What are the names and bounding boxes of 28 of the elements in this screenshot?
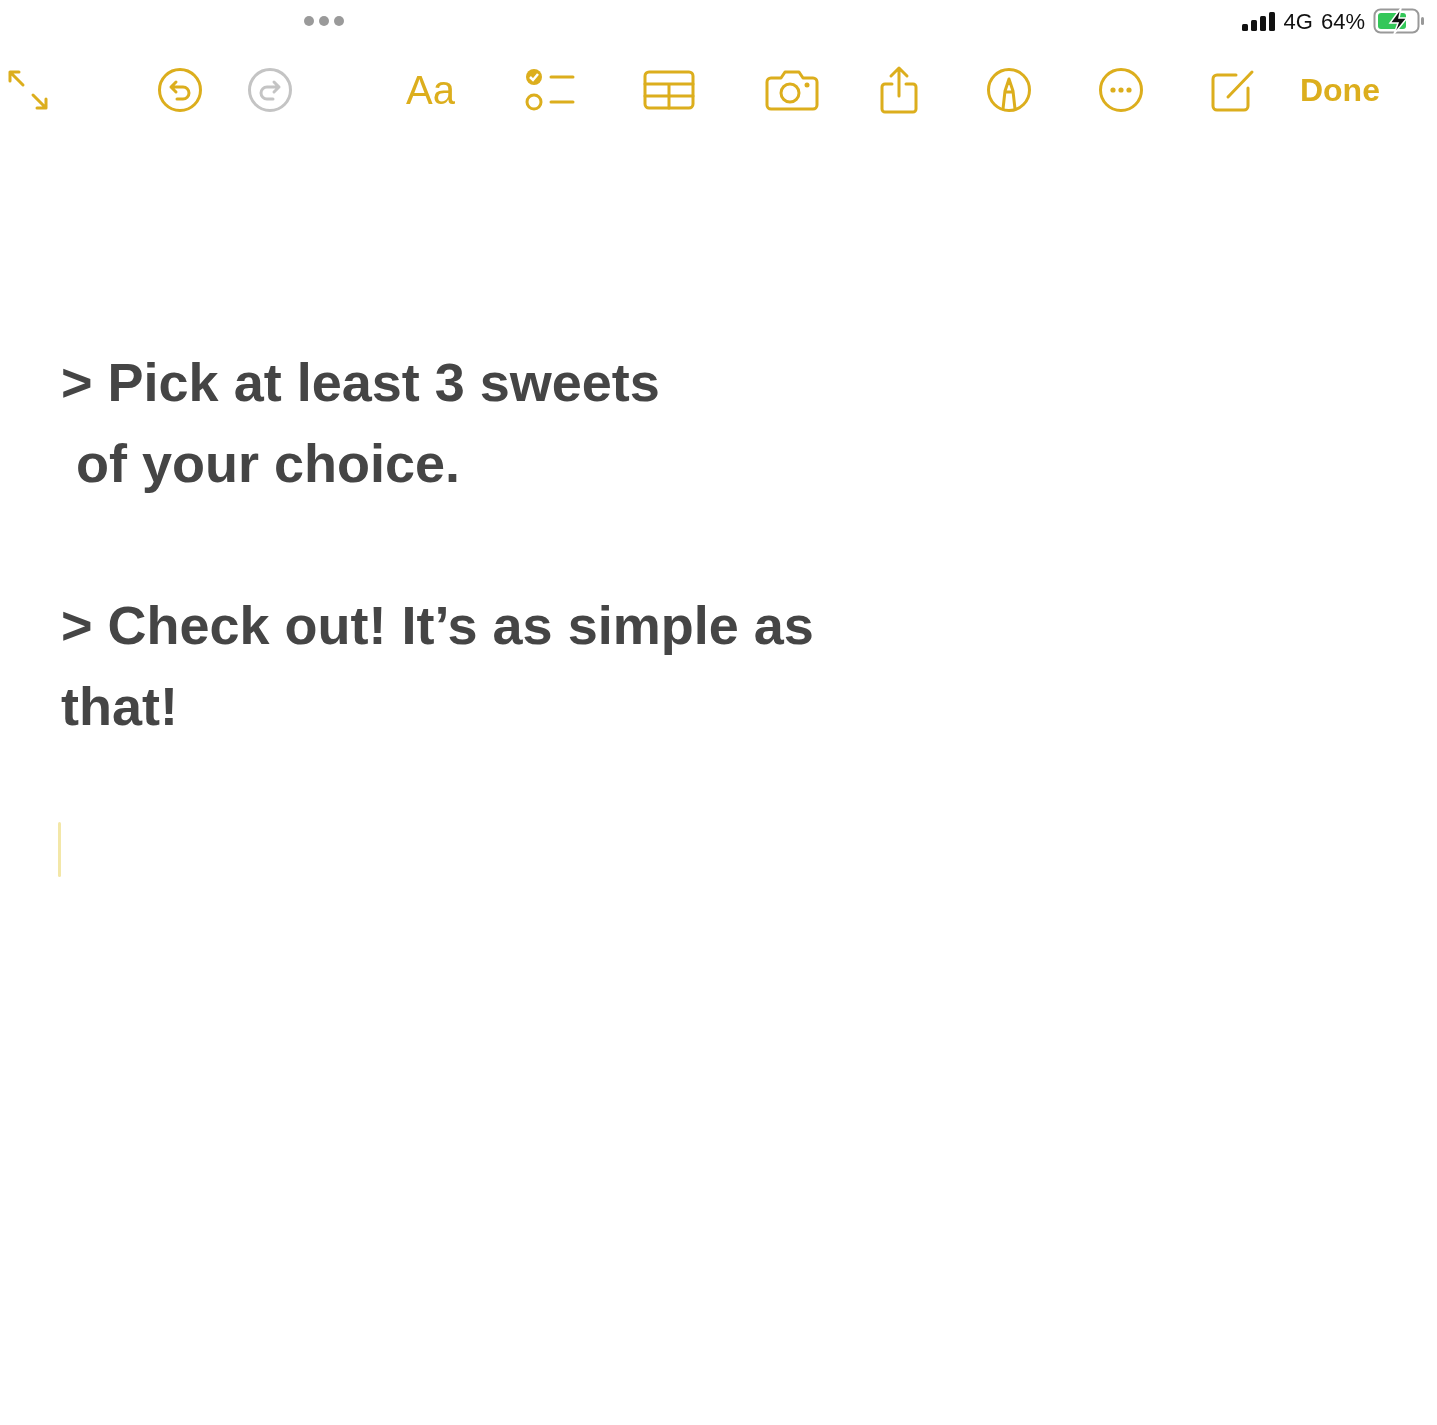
signal-bars-icon — [1241, 11, 1276, 31]
table-button[interactable] — [642, 70, 695, 110]
network-label: 4G — [1283, 7, 1313, 36]
undo-icon — [157, 67, 203, 113]
note-line: > Check out! It’s as simple as — [61, 594, 815, 657]
resize-button[interactable] — [6, 68, 50, 112]
undo-button[interactable] — [157, 67, 203, 113]
multitasking-dots-icon[interactable] — [304, 16, 344, 26]
note-line: of your choice. — [75, 432, 462, 495]
camera-button[interactable] — [764, 69, 819, 111]
table-icon — [642, 70, 695, 110]
done-button[interactable]: Done — [1299, 74, 1380, 106]
note-line: > Pick at least 3 sweets — [61, 351, 661, 414]
checklist-icon — [524, 68, 575, 112]
checklist-button[interactable] — [524, 68, 575, 112]
camera-icon — [764, 69, 819, 111]
share-button[interactable] — [878, 65, 919, 115]
redo-icon — [247, 67, 293, 113]
pen-tip-icon — [985, 67, 1032, 113]
battery-percent: 64% — [1320, 7, 1365, 36]
format-button[interactable]: Aa — [406, 70, 455, 110]
text-cursor — [58, 822, 61, 877]
share-icon — [878, 65, 919, 115]
more-button[interactable] — [1097, 67, 1144, 113]
note-line: that! — [61, 675, 179, 738]
more-icon — [1097, 67, 1144, 113]
expand-arrows-icon — [6, 68, 50, 112]
markup-button[interactable] — [985, 67, 1032, 113]
